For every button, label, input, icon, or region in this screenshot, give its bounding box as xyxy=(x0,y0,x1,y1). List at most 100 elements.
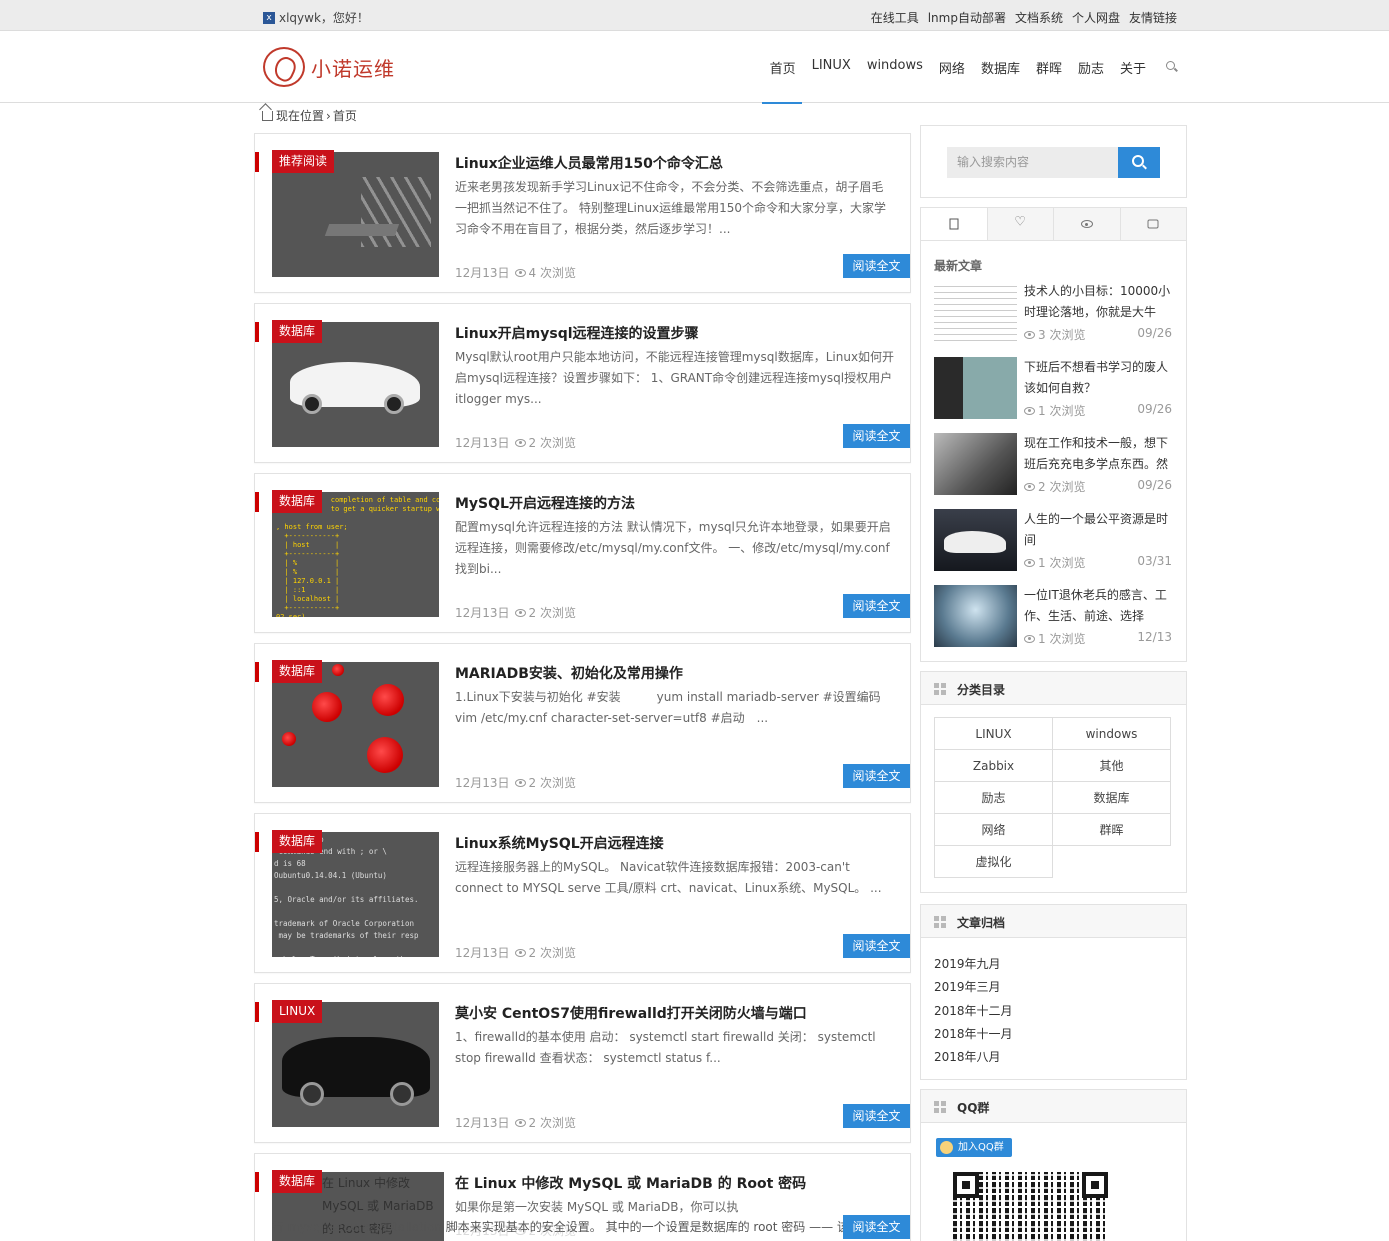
read-more-button[interactable]: 阅读全文 xyxy=(843,1215,910,1239)
category-virtualization[interactable]: 虚拟化 xyxy=(934,845,1053,878)
post-marker xyxy=(255,1002,259,1022)
post-title[interactable]: 莫小安 CentOS7使用firewalld打开关闭防火墙与端口 xyxy=(455,1003,807,1023)
post-title[interactable]: Linux企业运维人员最常用150个命令汇总 xyxy=(455,153,723,173)
eye-icon xyxy=(514,1118,526,1127)
latest-heading: 最新文章 xyxy=(934,259,983,273)
latest-item[interactable]: 现在工作和技术一般，想下班后充充电多学点东西。然 2 次浏览 09/26 xyxy=(934,433,1174,509)
category-synology[interactable]: 群晖 xyxy=(1052,813,1171,846)
category-linux[interactable]: LINUX xyxy=(934,717,1053,750)
post-date: 12月13日 xyxy=(455,946,510,960)
top-link-tools[interactable]: 在线工具 xyxy=(871,9,919,26)
read-more-button[interactable]: 阅读全文 xyxy=(843,424,910,448)
read-more-button[interactable]: 阅读全文 xyxy=(843,254,910,278)
post-tag[interactable]: 数据库 xyxy=(272,660,323,683)
latest-thumbnail[interactable] xyxy=(934,585,1017,647)
latest-item[interactable]: 下班后不想看书学习的废人该如何自救？ 1 次浏览 09/26 xyxy=(934,357,1174,433)
latest-item[interactable]: 一位IT退休老兵的感言、工作、生活、前途、选择 1 次浏览 12/13 xyxy=(934,585,1174,661)
post-views: 2 次浏览 xyxy=(528,1116,576,1130)
join-qq-button[interactable]: 加入QQ群 xyxy=(936,1138,1012,1157)
latest-thumbnail[interactable] xyxy=(934,509,1017,571)
latest-views-text: 1 次浏览 xyxy=(1038,404,1086,418)
archive-item[interactable]: 2018年八月 xyxy=(934,1046,1013,1069)
latest-thumbnail[interactable] xyxy=(934,357,1017,419)
top-link-lnmp[interactable]: lnmp自动部署 xyxy=(928,9,1006,26)
category-database[interactable]: 数据库 xyxy=(1052,781,1171,814)
post-tag[interactable]: 数据库 xyxy=(272,320,323,343)
post-tag[interactable]: 数据库 xyxy=(272,1170,323,1193)
nav-windows[interactable]: windows xyxy=(867,58,923,77)
post-title[interactable]: Linux开启mysql远程连接的设置步骤 xyxy=(455,323,699,343)
eye-icon xyxy=(1024,634,1035,643)
post-meta: 12月13日 2 次浏览 xyxy=(455,1222,576,1239)
post-marker xyxy=(255,492,259,512)
search-icon[interactable] xyxy=(1164,58,1178,72)
category-network[interactable]: 网络 xyxy=(934,813,1053,846)
top-links: 在线工具 lnmp自动部署 文档系统 个人网盘 友情链接 xyxy=(871,9,1177,26)
read-more-button[interactable]: 阅读全文 xyxy=(843,1104,910,1128)
nav-home[interactable]: 首页 xyxy=(761,58,802,104)
archive-item[interactable]: 2019年三月 xyxy=(934,976,1013,999)
post-title[interactable]: Linux系统MySQL开启远程连接 xyxy=(455,833,664,853)
post-marker xyxy=(255,1172,259,1192)
latest-thumbnail[interactable] xyxy=(934,281,1017,343)
latest-item[interactable]: 人生的一个最公平资源是时间 1 次浏览 03/31 xyxy=(934,509,1174,585)
latest-date: 09/26 xyxy=(1137,478,1172,492)
eye-icon xyxy=(1024,406,1035,415)
latest-title[interactable]: 技术人的小目标：10000小时理论落地，你就是大牛 xyxy=(1024,281,1172,323)
tab-latest[interactable] xyxy=(921,208,987,240)
category-zabbix[interactable]: Zabbix xyxy=(934,749,1053,782)
latest-views-text: 2 次浏览 xyxy=(1038,480,1086,494)
latest-title[interactable]: 一位IT退休老兵的感言、工作、生活、前途、选择 xyxy=(1024,585,1172,627)
post-meta: 12月13日 2 次浏览 xyxy=(455,604,576,621)
read-more-button[interactable]: 阅读全文 xyxy=(843,764,910,788)
tab-favorites[interactable] xyxy=(986,208,1053,240)
grid-icon xyxy=(934,1101,946,1113)
nav-database[interactable]: 数据库 xyxy=(981,58,1020,77)
grid-icon xyxy=(934,916,946,928)
tab-popular[interactable] xyxy=(1053,208,1120,240)
nav-inspire[interactable]: 励志 xyxy=(1078,58,1104,77)
post-meta: 12月13日 2 次浏览 xyxy=(455,774,576,791)
nav-home-label: 首页 xyxy=(769,62,796,77)
category-inspire[interactable]: 励志 xyxy=(934,781,1053,814)
qr-code-image xyxy=(953,1172,1108,1241)
user-greeting[interactable]: x xlqywk，您好！ xyxy=(263,9,369,26)
search-input[interactable]: 输入搜索内容 xyxy=(947,147,1118,178)
post-title[interactable]: MySQL开启远程连接的方法 xyxy=(455,493,635,513)
nav-synology[interactable]: 群晖 xyxy=(1036,58,1062,77)
category-other[interactable]: 其他 xyxy=(1052,749,1171,782)
archive-item[interactable]: 2018年十一月 xyxy=(934,1023,1013,1046)
tab-comments[interactable] xyxy=(1119,208,1186,240)
breadcrumb-separator: › xyxy=(326,108,331,123)
post-excerpt: 配置mysql允许远程连接的方法 默认情况下，mysql只允许本地登录，如果要开… xyxy=(455,520,891,576)
read-more-button[interactable]: 阅读全文 xyxy=(843,934,910,958)
breadcrumb-current[interactable]: 首页 xyxy=(333,107,357,124)
post-tag[interactable]: 推荐阅读 xyxy=(272,150,335,173)
latest-title[interactable]: 人生的一个最公平资源是时间 xyxy=(1024,509,1172,551)
post-title[interactable]: MARIADB安装、初始化及常用操作 xyxy=(455,663,683,683)
post-date: 12月13日 xyxy=(455,776,510,790)
latest-item[interactable]: 技术人的小目标：10000小时理论落地，你就是大牛 3 次浏览 09/26 xyxy=(934,281,1174,357)
archive-item[interactable]: 2018年十二月 xyxy=(934,1000,1013,1023)
post-card: 推荐阅读 Linux企业运维人员最常用150个命令汇总 近来老男孩发现新手学习L… xyxy=(254,133,911,293)
nav-network[interactable]: 网络 xyxy=(939,58,965,77)
post-card: LINUX 莫小安 CentOS7使用firewalld打开关闭防火墙与端口 1… xyxy=(254,983,911,1143)
sidebar-archives: 文章归档 2019年九月 2019年三月 2018年十二月 2018年十一月 2… xyxy=(920,904,1187,1080)
top-link-netdisk[interactable]: 个人网盘 xyxy=(1072,9,1120,26)
search-button[interactable] xyxy=(1118,147,1160,178)
top-link-friends[interactable]: 友情链接 xyxy=(1129,9,1177,26)
nav-linux[interactable]: LINUX xyxy=(812,58,851,77)
site-logo[interactable]: 小诺运维 xyxy=(263,47,395,87)
post-tag[interactable]: LINUX xyxy=(272,1000,323,1023)
post-tag[interactable]: 数据库 xyxy=(272,830,323,853)
latest-title[interactable]: 下班后不想看书学习的废人该如何自救？ xyxy=(1024,357,1172,399)
latest-title[interactable]: 现在工作和技术一般，想下班后充充电多学点东西。然 xyxy=(1024,433,1172,475)
archive-item[interactable]: 2019年九月 xyxy=(934,953,1013,976)
category-windows[interactable]: windows xyxy=(1052,717,1171,750)
read-more-button[interactable]: 阅读全文 xyxy=(843,594,910,618)
top-link-docs[interactable]: 文档系统 xyxy=(1015,9,1063,26)
post-tag[interactable]: 数据库 xyxy=(272,490,323,513)
nav-about[interactable]: 关于 xyxy=(1120,58,1146,77)
post-title[interactable]: 在 Linux 中修改 MySQL 或 MariaDB 的 Root 密码 xyxy=(455,1173,806,1193)
latest-thumbnail[interactable] xyxy=(934,433,1017,495)
